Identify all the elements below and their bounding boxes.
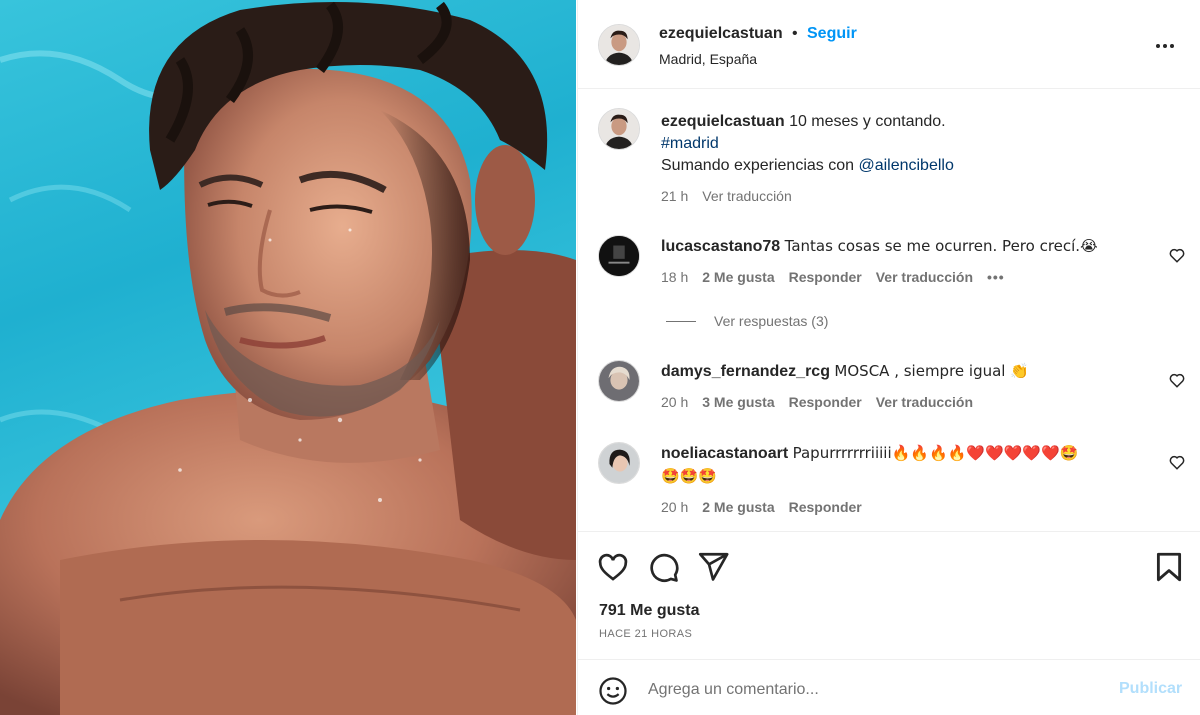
share-icon[interactable]: [696, 550, 730, 584]
comment-body: Papurrrrrrriiiii🔥🔥🔥🔥❤️❤️❤️❤️❤️🤩: [792, 444, 1079, 462]
reply-button[interactable]: Responder: [789, 269, 862, 285]
caption-line1: 10 meses y contando.: [789, 113, 946, 130]
replies-line: [666, 320, 696, 322]
more-horizontal-icon[interactable]: [1156, 35, 1180, 48]
caption-line3: Sumando experiencias con: [661, 157, 859, 174]
add-comment-bar: Publicar: [578, 659, 1200, 715]
post-comment-button[interactable]: Publicar: [1119, 680, 1182, 698]
comment-avatar[interactable]: [598, 442, 640, 484]
heart-icon[interactable]: [1168, 371, 1186, 389]
comment-text: lucascastano78 Tantas cosas se me ocurre…: [661, 235, 1131, 258]
comment-input[interactable]: [648, 674, 1108, 706]
comment-time[interactable]: 20 h: [661, 394, 688, 410]
post-location[interactable]: Madrid, España: [659, 51, 757, 67]
emoji-icon[interactable]: [598, 676, 628, 706]
follow-button[interactable]: Seguir: [807, 25, 857, 43]
caption-text: ezequielcastuan 10 meses y contando. #ma…: [661, 111, 1131, 177]
avatar-image: [599, 443, 639, 483]
comment-body: MOSCA , siempre igual 👏: [834, 362, 1029, 380]
comment-meta: 18 h 2 Me gusta Responder Ver traducción…: [661, 269, 1005, 285]
comment-avatar[interactable]: [598, 235, 640, 277]
comment-username[interactable]: lucascastano78: [661, 238, 780, 255]
comment-avatar[interactable]: [598, 360, 640, 402]
view-replies[interactable]: Ver respuestas (3): [666, 313, 828, 329]
comment-meta: 20 h 2 Me gusta Responder: [661, 499, 862, 515]
comment-text: damys_fernandez_rcg MOSCA , siempre igua…: [661, 360, 1131, 383]
reply-button[interactable]: Responder: [789, 499, 862, 515]
comment-icon[interactable]: [646, 550, 680, 584]
comment-likes[interactable]: 2 Me gusta: [702, 499, 774, 515]
mention-link[interactable]: @ailencibello: [858, 157, 953, 174]
caption-avatar[interactable]: [598, 108, 640, 150]
translate-button[interactable]: Ver traducción: [876, 269, 973, 285]
comment-body: Tantas cosas se me ocurren. Pero crecí.😭: [784, 237, 1098, 255]
post-detail-panel: ezequielcastuan • Seguir Madrid, España …: [577, 0, 1200, 715]
post-actions: 791 Me gusta HACE 21 HORAS: [578, 531, 1200, 659]
caption-time[interactable]: 21 h: [661, 188, 688, 204]
caption-translate[interactable]: Ver traducción: [702, 188, 792, 204]
more-options-icon[interactable]: •••: [987, 269, 1005, 285]
author-username[interactable]: ezequielcastuan: [659, 25, 783, 43]
comment-username[interactable]: damys_fernandez_rcg: [661, 363, 830, 380]
avatar-image: [599, 109, 639, 149]
view-replies-label[interactable]: Ver respuestas (3): [714, 313, 828, 329]
reply-button[interactable]: Responder: [789, 394, 862, 410]
caption-meta: 21 h Ver traducción: [661, 188, 792, 204]
comment-meta: 20 h 3 Me gusta Responder Ver traducción: [661, 394, 973, 410]
heart-icon[interactable]: [1168, 246, 1186, 264]
comment-likes[interactable]: 3 Me gusta: [702, 394, 774, 410]
avatar-image: [599, 25, 639, 65]
hashtag-link[interactable]: #madrid: [661, 135, 719, 152]
post-image: [0, 1, 576, 715]
comment-text: noeliacastanoart Papurrrrrrriiiii🔥🔥🔥🔥❤️❤…: [661, 442, 1131, 487]
comment-likes[interactable]: 2 Me gusta: [702, 269, 774, 285]
avatar-image: [599, 236, 639, 276]
like-heart-icon[interactable]: [596, 550, 630, 584]
comment-time[interactable]: 20 h: [661, 499, 688, 515]
avatar-image: [599, 361, 639, 401]
separator-dot: •: [792, 25, 798, 42]
comment-username[interactable]: noeliacastanoart: [661, 445, 788, 462]
comment-body-line2: 🤩🤩🤩: [661, 467, 718, 485]
save-bookmark-icon[interactable]: [1152, 550, 1186, 584]
posted-time[interactable]: HACE 21 HORAS: [599, 628, 692, 640]
heart-icon[interactable]: [1168, 453, 1186, 471]
post-header: ezequielcastuan • Seguir Madrid, España: [578, 0, 1200, 89]
author-avatar[interactable]: [598, 24, 640, 66]
post-photo[interactable]: [0, 0, 576, 715]
comment-time[interactable]: 18 h: [661, 269, 688, 285]
translate-button[interactable]: Ver traducción: [876, 394, 973, 410]
like-count[interactable]: 791 Me gusta: [599, 602, 699, 620]
caption-username[interactable]: ezequielcastuan: [661, 113, 785, 130]
